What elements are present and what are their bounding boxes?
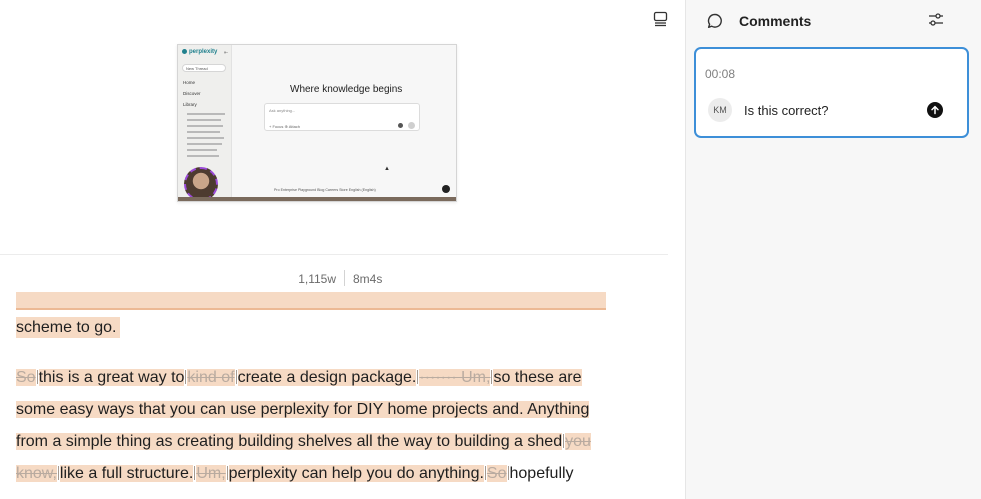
transcript-segment[interactable]: like a full structure. [59, 465, 194, 482]
duration: 8m4s [353, 272, 383, 286]
transcript-segment[interactable]: some easy ways that you can use perplexi… [16, 401, 590, 418]
transcript-line[interactable]: from a simple thing as creating building… [16, 430, 591, 454]
transcript-segment[interactable]: perplexity can help you do anything. [228, 465, 484, 482]
removed-filler-word[interactable]: you [565, 433, 591, 450]
comment-card[interactable]: 00:08 KM Is this correct? [694, 47, 969, 138]
video-help-icon [442, 185, 450, 193]
sliders-icon[interactable] [927, 11, 945, 29]
transcript-line[interactable]: know, like a full structure. Um, perplexity… [16, 462, 574, 486]
transcript-editor: perplexity ⇤ New Thread Home Discover Li… [0, 0, 685, 499]
comments-panel: Comments 00:08 KM Is this correct? [685, 0, 981, 499]
removed-filler-word[interactable]: Um, [196, 465, 226, 482]
avatar: KM [708, 98, 732, 122]
previous-line-highlight [16, 292, 606, 310]
removed-filler-word[interactable]: know, [16, 465, 57, 482]
removed-filler-word[interactable]: ······· Um, [419, 369, 491, 386]
word-count: 1,115w [298, 272, 336, 286]
comments-header: Comments [686, 0, 981, 40]
video-footer: Pro Enterprise Playground Blog Careers S… [274, 188, 376, 192]
cut-marker [507, 466, 509, 480]
speech-bubble-icon [706, 12, 724, 30]
transcript-line[interactable]: scheme to go. [16, 316, 120, 340]
video-nav-discover: Discover [183, 91, 201, 96]
speaker-avatar [184, 167, 218, 201]
transcript-line[interactable]: some easy ways that you can use perplexi… [16, 398, 590, 422]
cut-marker [563, 434, 565, 448]
removed-filler-word[interactable]: So [16, 369, 36, 386]
video-preview[interactable]: perplexity ⇤ New Thread Home Discover Li… [177, 44, 457, 202]
cut-marker [226, 466, 228, 480]
comment-text[interactable]: Is this correct? [744, 103, 829, 118]
transcript-segment[interactable]: hopefully [510, 465, 574, 482]
video-app-sidebar: perplexity ⇤ New Thread Home Discover Li… [178, 45, 232, 201]
transcript-segment[interactable]: this is a great way to [38, 369, 185, 386]
comments-title: Comments [739, 13, 812, 29]
removed-filler-word[interactable]: kind of [187, 369, 235, 386]
video-new-thread: New Thread [182, 64, 226, 72]
video-search-box: Ask anything... + Focus ⊕ Attach [264, 103, 420, 131]
video-headline: Where knowledge begins [290, 84, 403, 95]
cut-marker [36, 370, 38, 384]
transcript-line[interactable]: So this is a great way to kind of create a … [16, 366, 582, 390]
divider [0, 254, 668, 255]
removed-filler-word[interactable]: So [486, 465, 507, 482]
stats-separator [344, 270, 345, 286]
video-nav-library: Library [183, 102, 197, 107]
transcript-segment[interactable]: from a simple thing as creating building… [16, 433, 563, 450]
cut-marker [235, 370, 237, 384]
video-app-logo: perplexity [182, 49, 217, 55]
mouse-cursor-icon: ▲ [384, 166, 390, 172]
cut-marker [484, 466, 486, 480]
arrow-up-icon[interactable] [927, 102, 943, 118]
transcript-segment[interactable]: so these are [493, 369, 582, 386]
video-nav-home: Home [183, 80, 196, 85]
video-collapse-icon: ⇤ [224, 50, 229, 56]
layout-toggle-icon[interactable] [652, 10, 669, 27]
cut-marker [57, 466, 59, 480]
comment-timestamp[interactable]: 00:08 [705, 67, 735, 81]
transcript-segment[interactable]: create a design package. [237, 369, 417, 386]
